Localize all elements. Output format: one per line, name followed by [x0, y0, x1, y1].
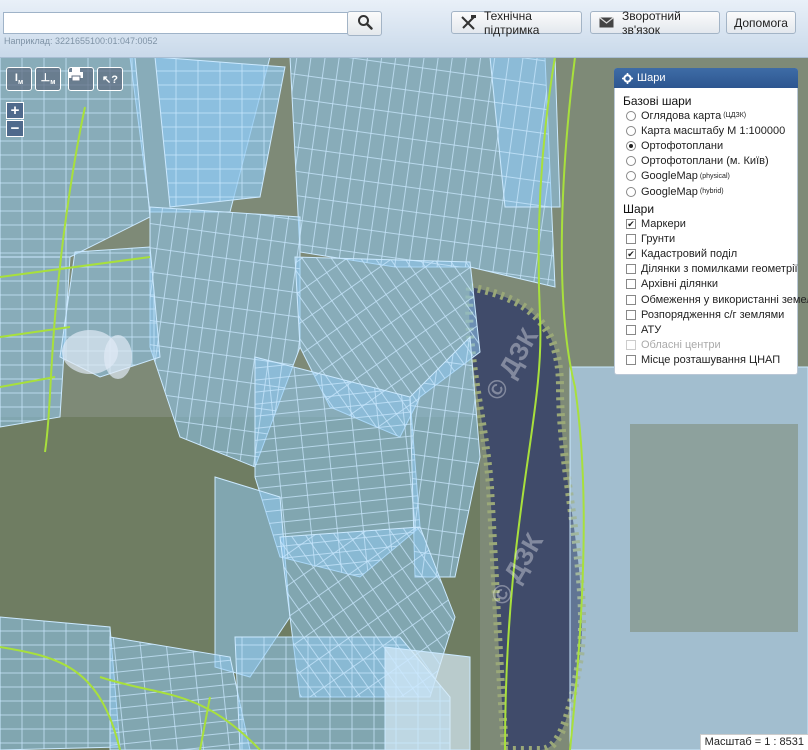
search-icon: [357, 15, 373, 30]
layers-panel-header[interactable]: Шари: [614, 68, 798, 88]
checkbox[interactable]: [626, 264, 636, 275]
feedback-button[interactable]: Зворотний зв'язок: [590, 8, 720, 37]
checkbox[interactable]: [626, 294, 636, 305]
overlay-layer-label: Ділянки з помилками геометрії: [641, 263, 798, 276]
tech-support-button[interactable]: Технічна підтримка: [451, 8, 582, 37]
overlay-layer-option[interactable]: Місце розташування ЦНАП: [626, 353, 797, 368]
layers-panel: Шари Базові шари Оглядова карта (ЦДЗК) Кар…: [614, 68, 808, 375]
overlay-layer-label: Кадастровий поділ: [641, 248, 738, 261]
cursor-question-icon: ↖?: [102, 73, 118, 86]
overlay-layer-option[interactable]: АТУ: [626, 322, 797, 337]
overlay-layer-option[interactable]: ✔ Маркери: [626, 216, 797, 231]
zoom-in-button[interactable]: +: [6, 102, 24, 119]
base-layer-source: (hybrid): [699, 188, 724, 196]
envelope-icon: [599, 17, 614, 28]
base-layer-label: Карта масштабу М 1:100000: [641, 124, 786, 137]
base-layer-option[interactable]: Ортофотоплани: [626, 138, 797, 153]
layers-panel-title: Шари: [637, 72, 666, 84]
overlay-layers-list: ✔ Маркери Грунти ✔ Кадастровий поділ Ділянки …: [615, 216, 808, 368]
feedback-label: Зворотний зв'язок: [622, 8, 681, 37]
gear-icon: [622, 72, 633, 84]
cadastral-search-input[interactable]: [3, 12, 351, 34]
checkbox[interactable]: [626, 309, 636, 320]
checkbox[interactable]: ✔: [626, 249, 636, 260]
tech-support-label: Технічна підтримка: [484, 8, 540, 37]
top-bar: Наприклад: 3221655100:01:047:0052 Техніч…: [0, 0, 808, 58]
overlay-layer-label: Обмеження у використанні земель: [641, 293, 808, 306]
radio-button[interactable]: [626, 156, 636, 167]
checkbox[interactable]: [626, 233, 636, 244]
identify-button[interactable]: ↖?: [97, 67, 123, 91]
search-button[interactable]: [347, 11, 382, 36]
overlay-layer-label: Місце розташування ЦНАП: [641, 354, 781, 367]
overlay-layer-label: Маркери: [641, 217, 686, 230]
radio-button[interactable]: [626, 140, 636, 151]
radio-button[interactable]: [626, 110, 636, 121]
base-layer-label: Ортофотоплани (м. Київ): [641, 155, 769, 168]
checkbox[interactable]: [626, 355, 636, 366]
base-layer-label: Ортофотоплани: [641, 139, 724, 152]
checkbox[interactable]: [626, 325, 636, 336]
help-button[interactable]: Допомога: [726, 11, 796, 34]
ruler-icon: Iм: [14, 71, 24, 87]
overlay-layer-option[interactable]: Грунти: [626, 231, 797, 246]
base-layer-option[interactable]: Карта масштабу М 1:100000: [626, 123, 797, 138]
overlay-layer-label: Грунти: [641, 232, 676, 245]
base-layer-source: (ЦДЗК): [723, 112, 747, 120]
overlay-layer-option: Обласні центри: [626, 338, 797, 353]
tools-icon: [460, 15, 476, 30]
zoom-out-button[interactable]: −: [6, 120, 24, 137]
overlay-layers-heading: Шари: [623, 202, 655, 217]
checkbox[interactable]: [626, 279, 636, 290]
base-layer-label: Оглядова карта: [641, 109, 722, 122]
base-layer-option[interactable]: Оглядова карта (ЦДЗК): [626, 108, 797, 123]
base-layer-option[interactable]: Ортофотоплани (м. Київ): [626, 154, 797, 169]
base-layers-heading: Базові шари: [623, 94, 692, 108]
base-layer-option[interactable]: GoogleMap (hybrid): [626, 184, 797, 199]
area-ruler-icon: ⊥м: [40, 72, 56, 87]
checkbox[interactable]: ✔: [626, 218, 636, 229]
base-layer-label: GoogleMap: [641, 185, 698, 198]
radio-button[interactable]: [626, 186, 636, 197]
overlay-layer-option[interactable]: Розпорядження с/г землями: [626, 307, 797, 322]
measure-area-button[interactable]: ⊥м: [35, 67, 61, 91]
overlay-layer-option[interactable]: ✔ Кадастровий поділ: [626, 247, 797, 262]
overlay-layer-option[interactable]: Обмеження у використанні земель: [626, 292, 808, 307]
overlay-layer-option[interactable]: Ділянки з помилками геометрії: [626, 262, 798, 277]
base-layer-source: (physical): [699, 172, 730, 180]
base-layers-list: Оглядова карта (ЦДЗК) Карта масштабу М 1:1…: [615, 108, 797, 199]
overlay-layer-label: Розпорядження с/г землями: [641, 308, 785, 321]
print-button[interactable]: [68, 67, 94, 91]
radio-button[interactable]: [626, 125, 636, 136]
scale-label: Масштаб = 1 : 8531: [699, 734, 808, 750]
checkbox: [626, 340, 636, 351]
overlay-layer-label: Обласні центри: [641, 339, 721, 352]
printer-icon: [69, 68, 83, 81]
base-layer-option[interactable]: GoogleMap (physical): [626, 169, 797, 184]
search-example-hint: Наприклад: 3221655100:01:047:0052: [4, 36, 158, 46]
overlay-layer-label: АТУ: [641, 324, 662, 337]
help-label: Допомога: [734, 15, 788, 30]
measure-distance-button[interactable]: Iм: [6, 67, 32, 91]
overlay-layer-label: Архівні ділянки: [641, 278, 718, 291]
overlay-layer-option[interactable]: Архівні ділянки: [626, 277, 797, 292]
radio-button[interactable]: [626, 171, 636, 182]
base-layer-label: GoogleMap: [641, 170, 698, 183]
